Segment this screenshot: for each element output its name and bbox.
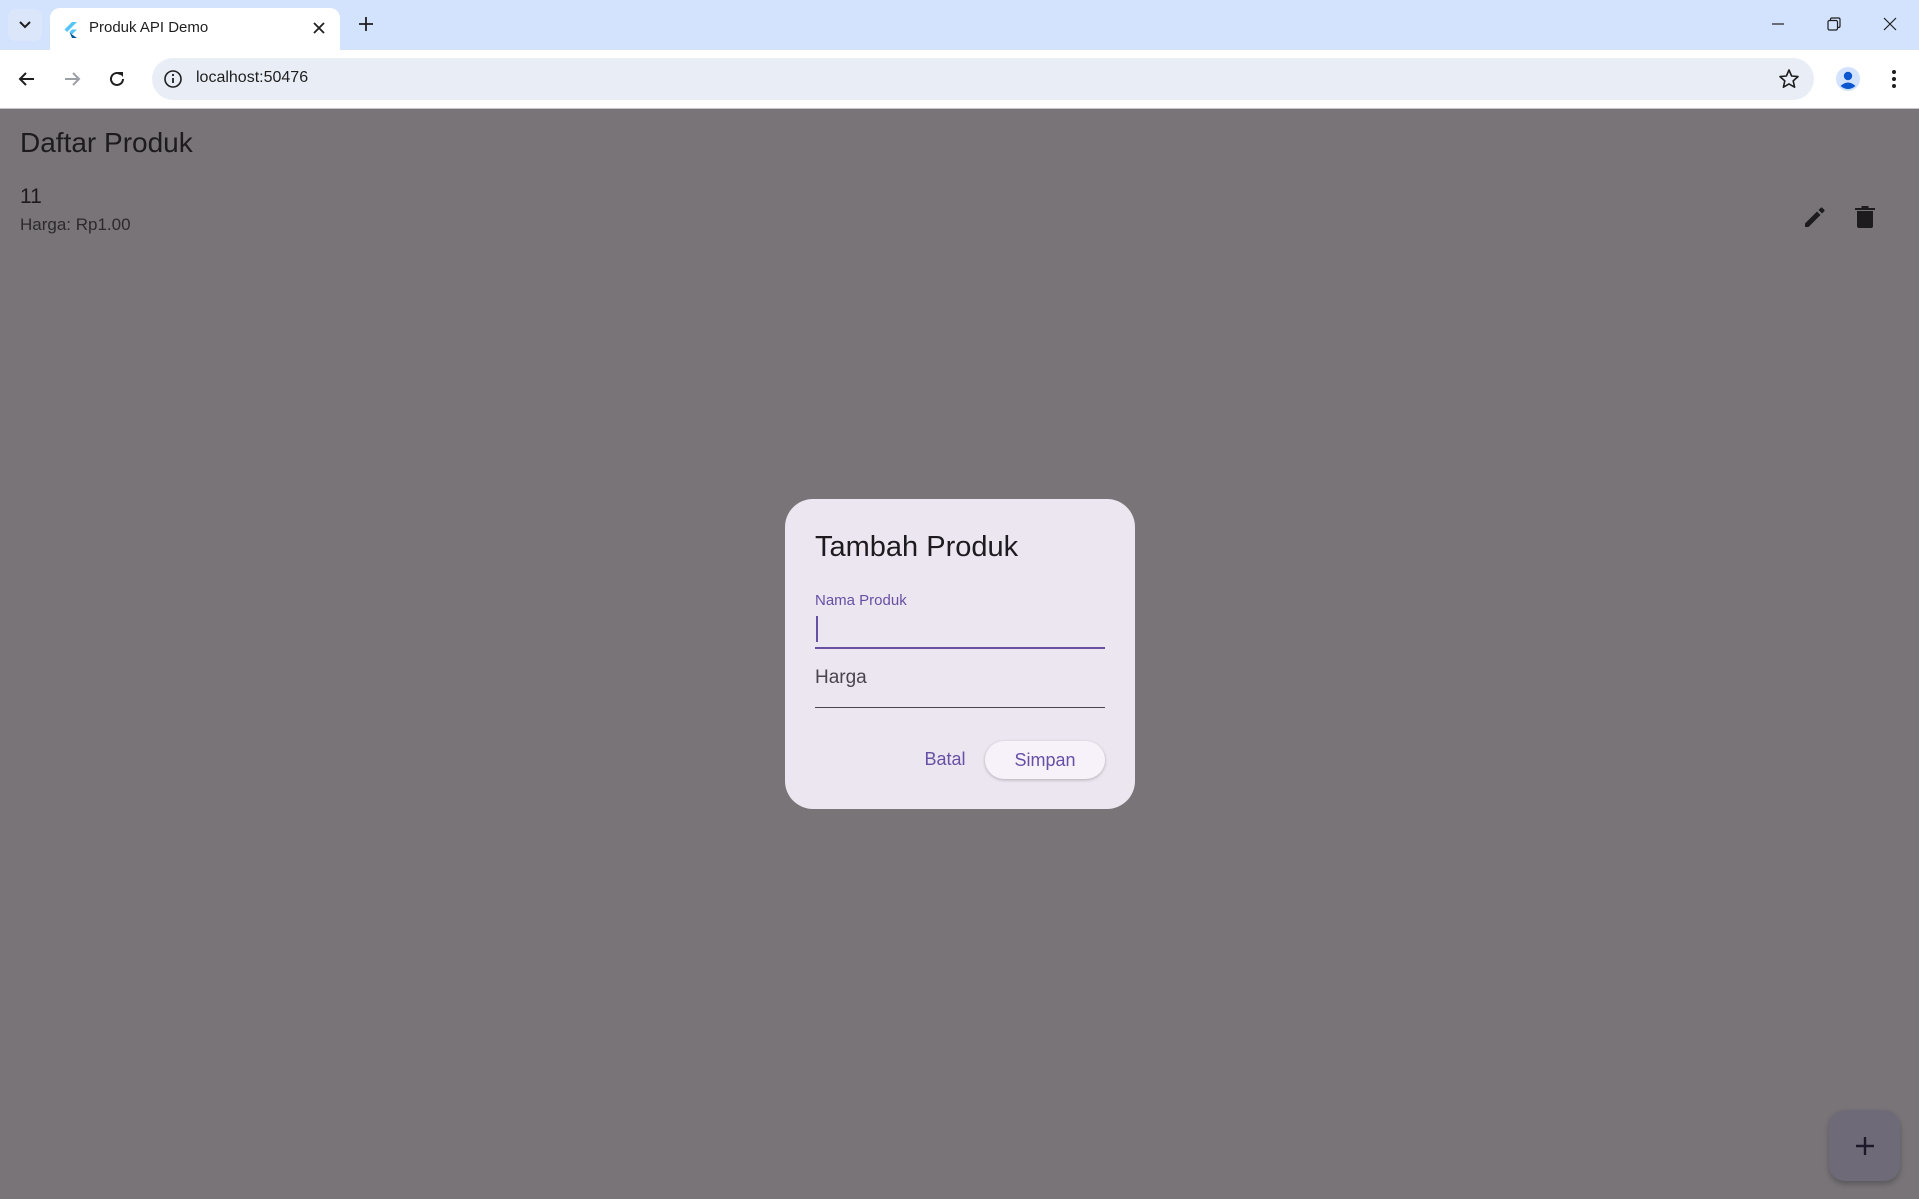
address-bar[interactable]: localhost:50476 (152, 58, 1814, 100)
add-product-fab[interactable] (1829, 1110, 1900, 1181)
list-item[interactable]: 11 Harga: Rp1.00 (0, 185, 1919, 257)
trash-icon (1855, 206, 1875, 228)
page-title: Daftar Produk (20, 127, 193, 158)
avatar-icon (1836, 67, 1860, 91)
forward-button[interactable] (54, 61, 90, 97)
dialog-title: Tambah Produk (815, 531, 1019, 563)
product-price: Harga: Rp1.00 (20, 215, 131, 234)
browser-toolbar: localhost:50476 (0, 50, 1919, 109)
save-button[interactable]: Simpan (985, 741, 1105, 779)
back-button[interactable] (9, 61, 45, 97)
tab-close-button[interactable] (308, 17, 330, 39)
tab-search-button[interactable] (8, 9, 42, 41)
edit-icon (1805, 207, 1825, 227)
browser-tab[interactable]: Produk API Demo (50, 8, 340, 50)
name-field-label: Nama Produk (815, 592, 907, 609)
add-product-dialog: Tambah Produk Nama Produk Harga Batal Si… (785, 499, 1135, 809)
arrow-right-icon (65, 72, 81, 86)
new-tab-button[interactable] (352, 10, 380, 38)
tab-title: Produk API Demo (89, 19, 209, 36)
reload-button[interactable] (99, 61, 135, 97)
minimize-icon (1772, 23, 1784, 25)
site-info-icon[interactable] (162, 68, 184, 90)
flutter-icon (64, 22, 77, 38)
plus-icon (359, 17, 373, 31)
minimize-button[interactable] (1755, 8, 1801, 40)
close-icon (1883, 17, 1897, 31)
delete-button[interactable] (1843, 195, 1887, 239)
restore-icon (1827, 17, 1841, 31)
window-close-button[interactable] (1867, 8, 1913, 40)
product-name: 11 (20, 185, 42, 208)
price-field-label: Harga (815, 667, 867, 688)
browser-menu-button[interactable] (1876, 61, 1912, 97)
url-text: localhost:50476 (196, 69, 309, 86)
reload-icon (110, 71, 124, 86)
close-icon (313, 22, 325, 34)
tab-strip: Produk API Demo (0, 0, 1919, 50)
plus-icon (1855, 1136, 1874, 1155)
text-caret (816, 616, 818, 642)
edit-button[interactable] (1793, 195, 1837, 239)
bookmark-star-icon[interactable] (1778, 68, 1800, 90)
profile-button[interactable] (1830, 61, 1866, 97)
arrow-left-icon (18, 72, 34, 86)
cancel-button[interactable]: Batal (909, 739, 981, 779)
product-name-input[interactable] (815, 611, 1105, 649)
restore-button[interactable] (1811, 8, 1857, 40)
chevron-down-icon (19, 21, 31, 29)
more-vert-icon (1892, 70, 1896, 88)
app-page: Daftar Produk 11 Harga: Rp1.00 Tambah Pr… (0, 109, 1919, 1199)
